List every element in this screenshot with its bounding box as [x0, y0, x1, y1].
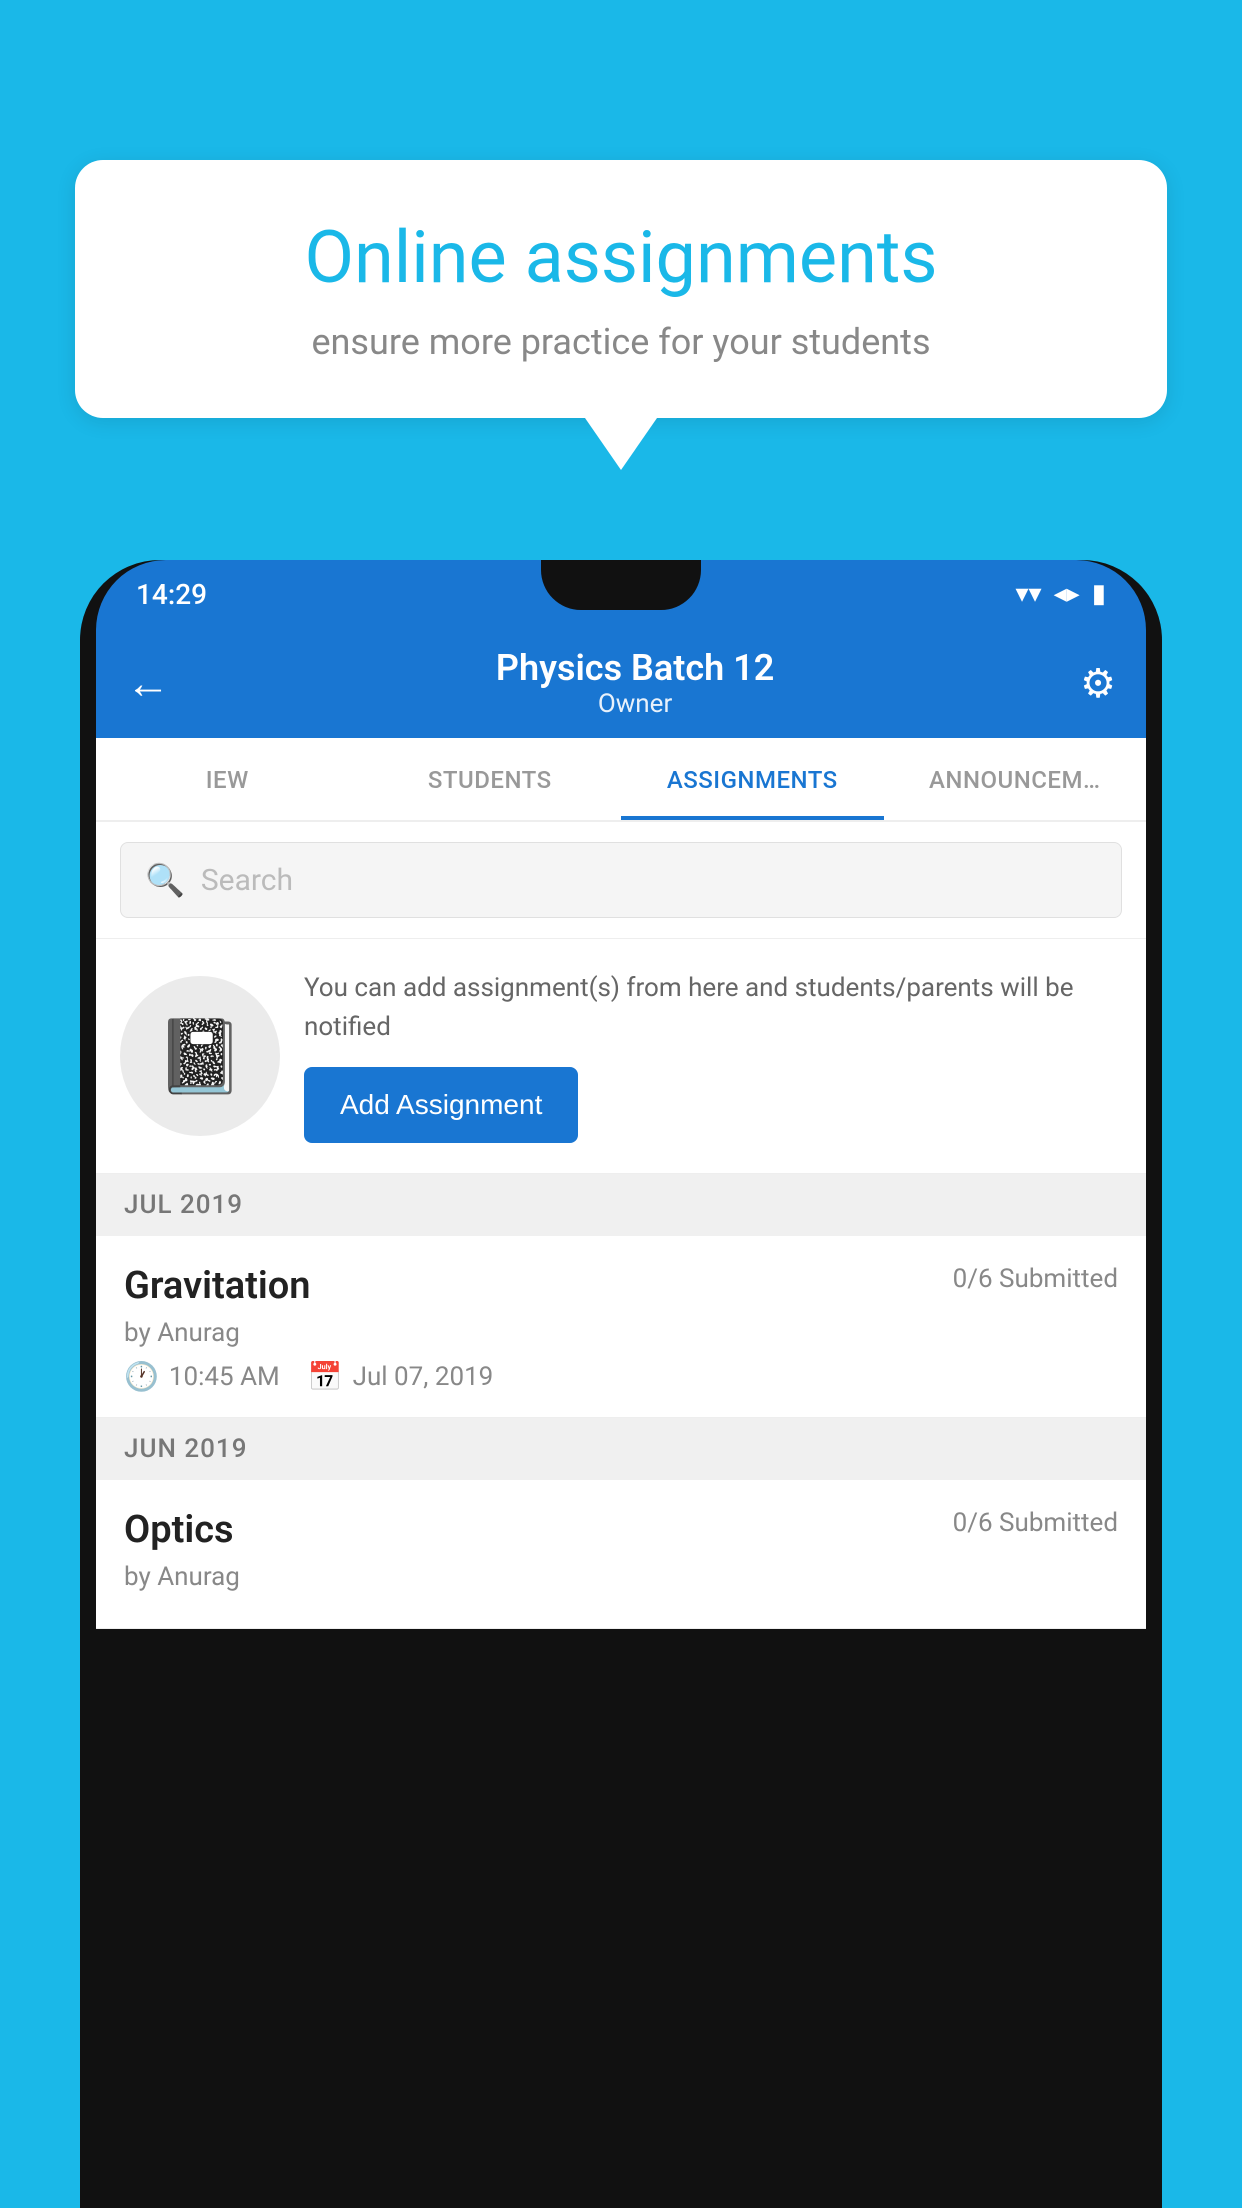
signal-icon: ◂▸ — [1054, 579, 1080, 609]
speech-bubble-card: Online assignments ensure more practice … — [75, 160, 1167, 418]
status-bar: 14:29 ▾▾ ◂▸ ▮ — [96, 560, 1146, 628]
month-header-jun: JUN 2019 — [96, 1418, 1146, 1480]
clock-icon: 🕐 — [124, 1360, 159, 1393]
status-bar-icons: ▾▾ ◂▸ ▮ — [1015, 579, 1106, 609]
assignment-gravitation-submitted: 0/6 Submitted — [953, 1264, 1118, 1294]
phone-frame: 14:29 ▾▾ ◂▸ ▮ ← Physics Batch 12 Owner ⚙… — [80, 560, 1162, 2208]
assignment-optics-name: Optics — [124, 1508, 234, 1552]
assignment-optics-by: by Anurag — [124, 1562, 1118, 1592]
calendar-icon: 📅 — [308, 1360, 343, 1393]
header-title-container: Physics Batch 12 Owner — [190, 647, 1080, 719]
speech-bubble-title: Online assignments — [135, 215, 1107, 301]
phone-inner: 14:29 ▾▾ ◂▸ ▮ ← Physics Batch 12 Owner ⚙… — [96, 560, 1146, 2208]
status-bar-time: 14:29 — [136, 578, 207, 611]
notch — [541, 560, 701, 610]
search-bar[interactable]: 🔍 Search — [120, 842, 1122, 918]
promo-description: You can add assignment(s) from here and … — [304, 969, 1122, 1047]
notebook-icon: 📓 — [155, 1014, 245, 1099]
search-icon: 🔍 — [145, 861, 185, 899]
batch-subtitle: Owner — [190, 689, 1080, 719]
assignment-gravitation-time: 🕐 10:45 AM — [124, 1360, 280, 1393]
assignment-gravitation-name: Gravitation — [124, 1264, 311, 1308]
tab-students[interactable]: STUDENTS — [359, 738, 622, 820]
wifi-icon: ▾▾ — [1015, 579, 1041, 609]
assignment-gravitation-meta: 🕐 10:45 AM 📅 Jul 07, 2019 — [124, 1360, 1118, 1393]
add-assignment-button[interactable]: Add Assignment — [304, 1067, 578, 1143]
assignment-promo: 📓 You can add assignment(s) from here an… — [96, 939, 1146, 1174]
speech-bubble-section: Online assignments ensure more practice … — [75, 160, 1167, 470]
search-bar-container: 🔍 Search — [96, 822, 1146, 939]
assignment-optics-top-row: Optics 0/6 Submitted — [124, 1508, 1118, 1552]
assignment-gravitation-date-value: Jul 07, 2019 — [353, 1362, 494, 1392]
battery-icon: ▮ — [1092, 579, 1106, 609]
search-placeholder: Search — [201, 863, 293, 898]
assignment-gravitation-time-value: 10:45 AM — [169, 1362, 280, 1392]
tab-iew[interactable]: IEW — [96, 738, 359, 820]
assignment-top-row: Gravitation 0/6 Submitted — [124, 1264, 1118, 1308]
screen-content: 🔍 Search 📓 You can add assignment(s) fro… — [96, 822, 1146, 1629]
settings-icon[interactable]: ⚙ — [1080, 660, 1116, 707]
assignment-gravitation-date: 📅 Jul 07, 2019 — [308, 1360, 494, 1393]
back-button[interactable]: ← — [126, 657, 170, 709]
promo-text-area: You can add assignment(s) from here and … — [304, 969, 1122, 1143]
app-header: ← Physics Batch 12 Owner ⚙ — [96, 628, 1146, 738]
assignment-gravitation-by: by Anurag — [124, 1318, 1118, 1348]
month-header-jul: JUL 2019 — [96, 1174, 1146, 1236]
assignment-optics[interactable]: Optics 0/6 Submitted by Anurag — [96, 1480, 1146, 1629]
tabs-bar: IEW STUDENTS ASSIGNMENTS ANNOUNCEM… — [96, 738, 1146, 822]
tab-assignments[interactable]: ASSIGNMENTS — [621, 738, 884, 820]
assignment-optics-submitted: 0/6 Submitted — [953, 1508, 1118, 1538]
promo-icon-circle: 📓 — [120, 976, 280, 1136]
speech-bubble-tail — [585, 418, 657, 470]
batch-title: Physics Batch 12 — [190, 647, 1080, 689]
tab-announcements[interactable]: ANNOUNCEM… — [884, 738, 1147, 820]
speech-bubble-subtitle: ensure more practice for your students — [135, 321, 1107, 363]
assignment-gravitation[interactable]: Gravitation 0/6 Submitted by Anurag 🕐 10… — [96, 1236, 1146, 1418]
